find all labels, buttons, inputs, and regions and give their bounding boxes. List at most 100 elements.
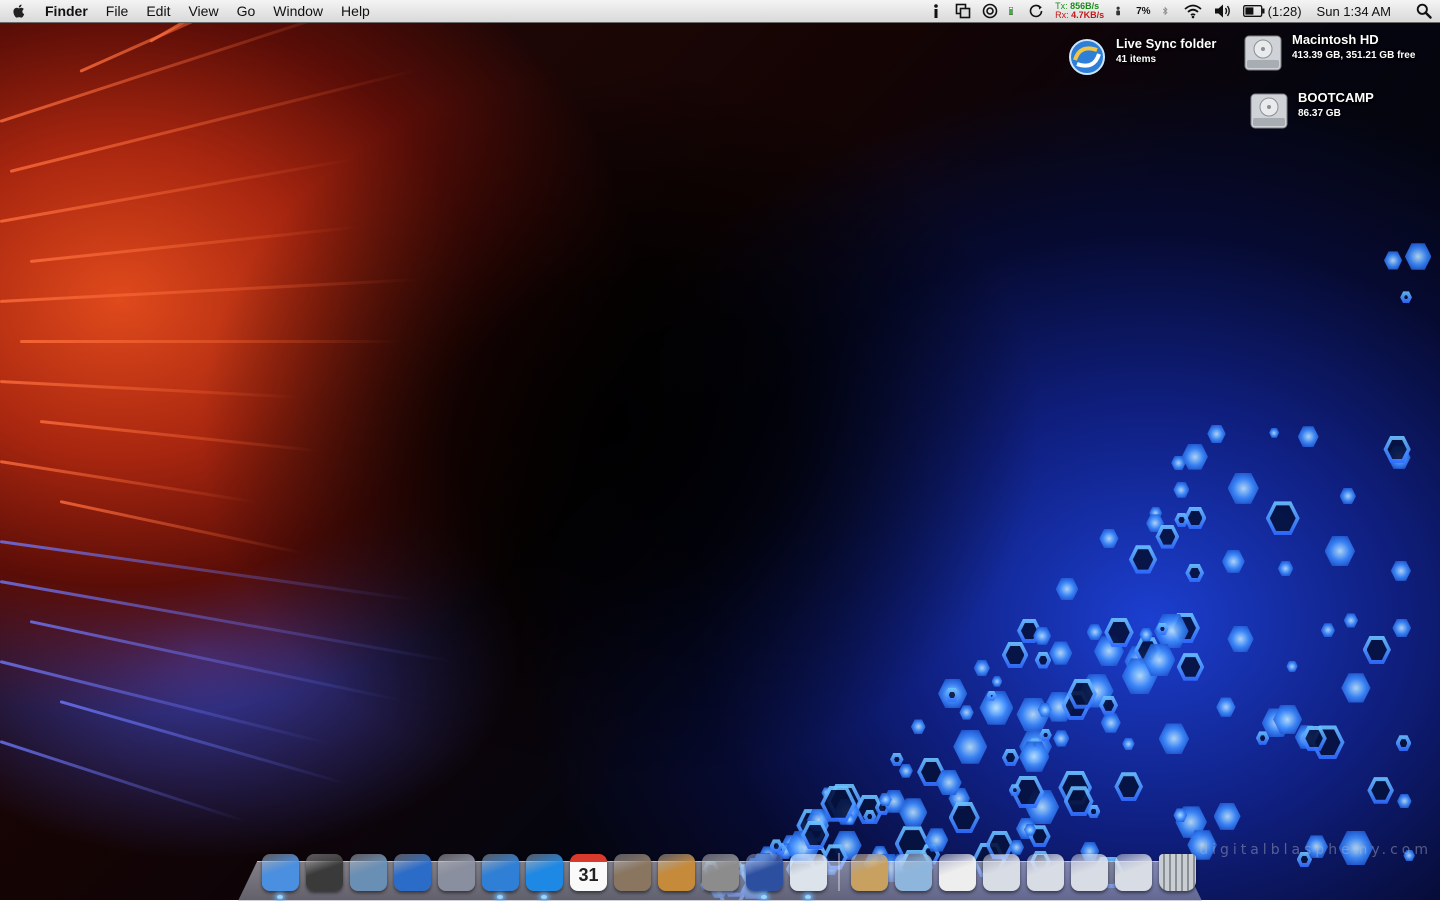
wallpaper-hexagon xyxy=(1404,243,1432,270)
image-capture-icon[interactable] xyxy=(658,854,695,891)
safari-icon[interactable] xyxy=(482,854,519,899)
menu-help[interactable]: Help xyxy=(332,0,379,22)
wallpaper-hexagon xyxy=(1216,697,1236,717)
wallpaper-hexagon xyxy=(1341,673,1371,703)
wallpaper-hexagon xyxy=(1053,730,1070,747)
wallpaper-hexagon xyxy=(1114,772,1144,801)
wallpaper-streak xyxy=(0,460,258,504)
address-book-icon[interactable] xyxy=(851,854,888,891)
thunderbird-icon[interactable] xyxy=(394,854,431,891)
time-machine-sync-icon[interactable] xyxy=(1028,3,1044,19)
calendar-icon[interactable]: 31 xyxy=(570,854,607,891)
wallpaper-hexagon xyxy=(1001,749,1020,767)
wallpaper-hexagon xyxy=(1265,501,1300,536)
desktop-item-title: BOOTCAMP xyxy=(1298,90,1374,105)
folder-icon[interactable] xyxy=(895,854,932,891)
menu-view[interactable]: View xyxy=(179,0,227,22)
screenshot-icon[interactable] xyxy=(1027,854,1064,891)
wallpaper-hexagon xyxy=(1207,424,1226,443)
desktop-wallpaper xyxy=(0,0,1440,900)
wallpaper-streak xyxy=(29,620,403,702)
bluetooth-icon[interactable] xyxy=(1162,3,1172,19)
wallpaper-hexagon xyxy=(1269,427,1280,438)
vmware-icon[interactable] xyxy=(746,854,783,899)
wallpaper-streak xyxy=(0,157,355,223)
screenshot-icon[interactable] xyxy=(983,854,1020,891)
desktop-item-title: Live Sync folder xyxy=(1116,36,1217,51)
menu-bar: Finder File Edit View Go Window Help Tx:… xyxy=(0,0,1440,23)
network-monitor[interactable]: Tx: 856B/s Rx: 4.7KB/s xyxy=(1055,2,1104,20)
desktop-item-bootcamp[interactable]: BOOTCAMP 86.37 GB xyxy=(1248,90,1374,132)
running-indicator xyxy=(497,895,503,899)
wallpaper-hexagon xyxy=(898,763,913,778)
menu-file[interactable]: File xyxy=(97,0,138,22)
running-indicator xyxy=(277,895,283,899)
hard-drive-icon xyxy=(1244,35,1282,71)
wallpaper-hexagon xyxy=(959,705,974,720)
wallpaper-hexagon xyxy=(1176,653,1205,681)
cpu-usage[interactable]: 7% xyxy=(1136,6,1150,17)
gear-icon[interactable] xyxy=(702,854,739,891)
net-rx-label: Rx: xyxy=(1055,10,1069,20)
memory-gauge-icon[interactable] xyxy=(1009,3,1017,19)
wallpaper-hexagon xyxy=(1227,625,1254,653)
apple-menu-icon[interactable] xyxy=(10,2,28,20)
finder-icon[interactable] xyxy=(262,854,299,899)
wifi-icon[interactable] xyxy=(1183,3,1203,19)
sync-status-icon[interactable] xyxy=(982,3,998,19)
script-editor-icon[interactable] xyxy=(438,854,475,891)
screenshot-icon[interactable] xyxy=(1071,854,1108,891)
clock[interactable]: Sun 1:34 AM xyxy=(1317,4,1391,19)
wallpaper-streak xyxy=(0,580,454,663)
wallpaper-hexagon xyxy=(991,675,1003,687)
desktop-item-subtitle: 413.39 GB, 351.21 GB free xyxy=(1292,50,1416,61)
wallpaper-hexagon xyxy=(953,729,988,764)
screenshot-icon[interactable] xyxy=(1115,854,1152,891)
iphoto-icon[interactable] xyxy=(614,854,651,891)
wallpaper-streak xyxy=(0,380,300,399)
wallpaper-streak xyxy=(39,420,319,453)
desktop-item-title: Macintosh HD xyxy=(1292,32,1379,47)
wallpaper-hexagon xyxy=(1100,712,1121,733)
wallpaper-streak xyxy=(0,278,420,303)
wallpaper-hexagon xyxy=(890,752,904,767)
dashboard-icon[interactable] xyxy=(306,854,343,891)
document-icon[interactable] xyxy=(939,854,976,891)
wallpaper-hexagon xyxy=(1297,426,1319,448)
net-rx-value: 4.7KB/s xyxy=(1071,10,1105,20)
trash-icon[interactable] xyxy=(1159,854,1196,891)
menu-app-name[interactable]: Finder xyxy=(36,0,97,22)
wallpaper-hexagon xyxy=(1181,443,1208,470)
wallpaper-hexagon xyxy=(1339,487,1356,505)
wallpaper-hexagon xyxy=(1392,618,1412,638)
menu-window[interactable]: Window xyxy=(264,0,332,22)
wallpaper-hexagon xyxy=(1001,641,1029,669)
wallpaper-hexagon xyxy=(1400,291,1412,304)
wallpaper-hexagon xyxy=(1128,545,1158,574)
adium-icon[interactable] xyxy=(790,854,827,899)
desktop-item-macintosh-hd[interactable]: Macintosh HD 413.39 GB, 351.21 GB free xyxy=(1242,32,1415,74)
wallpaper-hexagon xyxy=(1277,560,1294,577)
wallpaper-hexagon xyxy=(1034,651,1052,669)
menu-go[interactable]: Go xyxy=(228,0,265,22)
wallpaper-hexagon xyxy=(1362,635,1391,664)
spotlight-search-icon[interactable] xyxy=(1416,3,1432,19)
user-status-icon[interactable] xyxy=(1115,3,1125,19)
wallpaper-streak xyxy=(29,225,359,263)
screen-share-icon[interactable] xyxy=(955,3,971,19)
wallpaper-hexagon xyxy=(1213,802,1241,830)
itunes-icon[interactable] xyxy=(526,854,563,899)
preview-icon[interactable] xyxy=(350,854,387,891)
menu-edit[interactable]: Edit xyxy=(137,0,179,22)
desktop-item-live-sync-folder[interactable]: Live Sync folder 41 items xyxy=(1066,36,1216,78)
info-icon[interactable] xyxy=(928,3,944,19)
dock-separator xyxy=(838,853,840,891)
running-indicator xyxy=(805,895,811,899)
calendar-day: 31 xyxy=(578,865,599,885)
wallpaper-hexagon xyxy=(1320,623,1335,638)
desktop-item-subtitle: 86.37 GB xyxy=(1298,108,1341,119)
running-indicator xyxy=(541,895,547,899)
wallpaper-hexagon xyxy=(1221,550,1245,573)
battery-status[interactable]: (1:28) xyxy=(1242,4,1302,19)
volume-icon[interactable] xyxy=(1214,3,1232,19)
